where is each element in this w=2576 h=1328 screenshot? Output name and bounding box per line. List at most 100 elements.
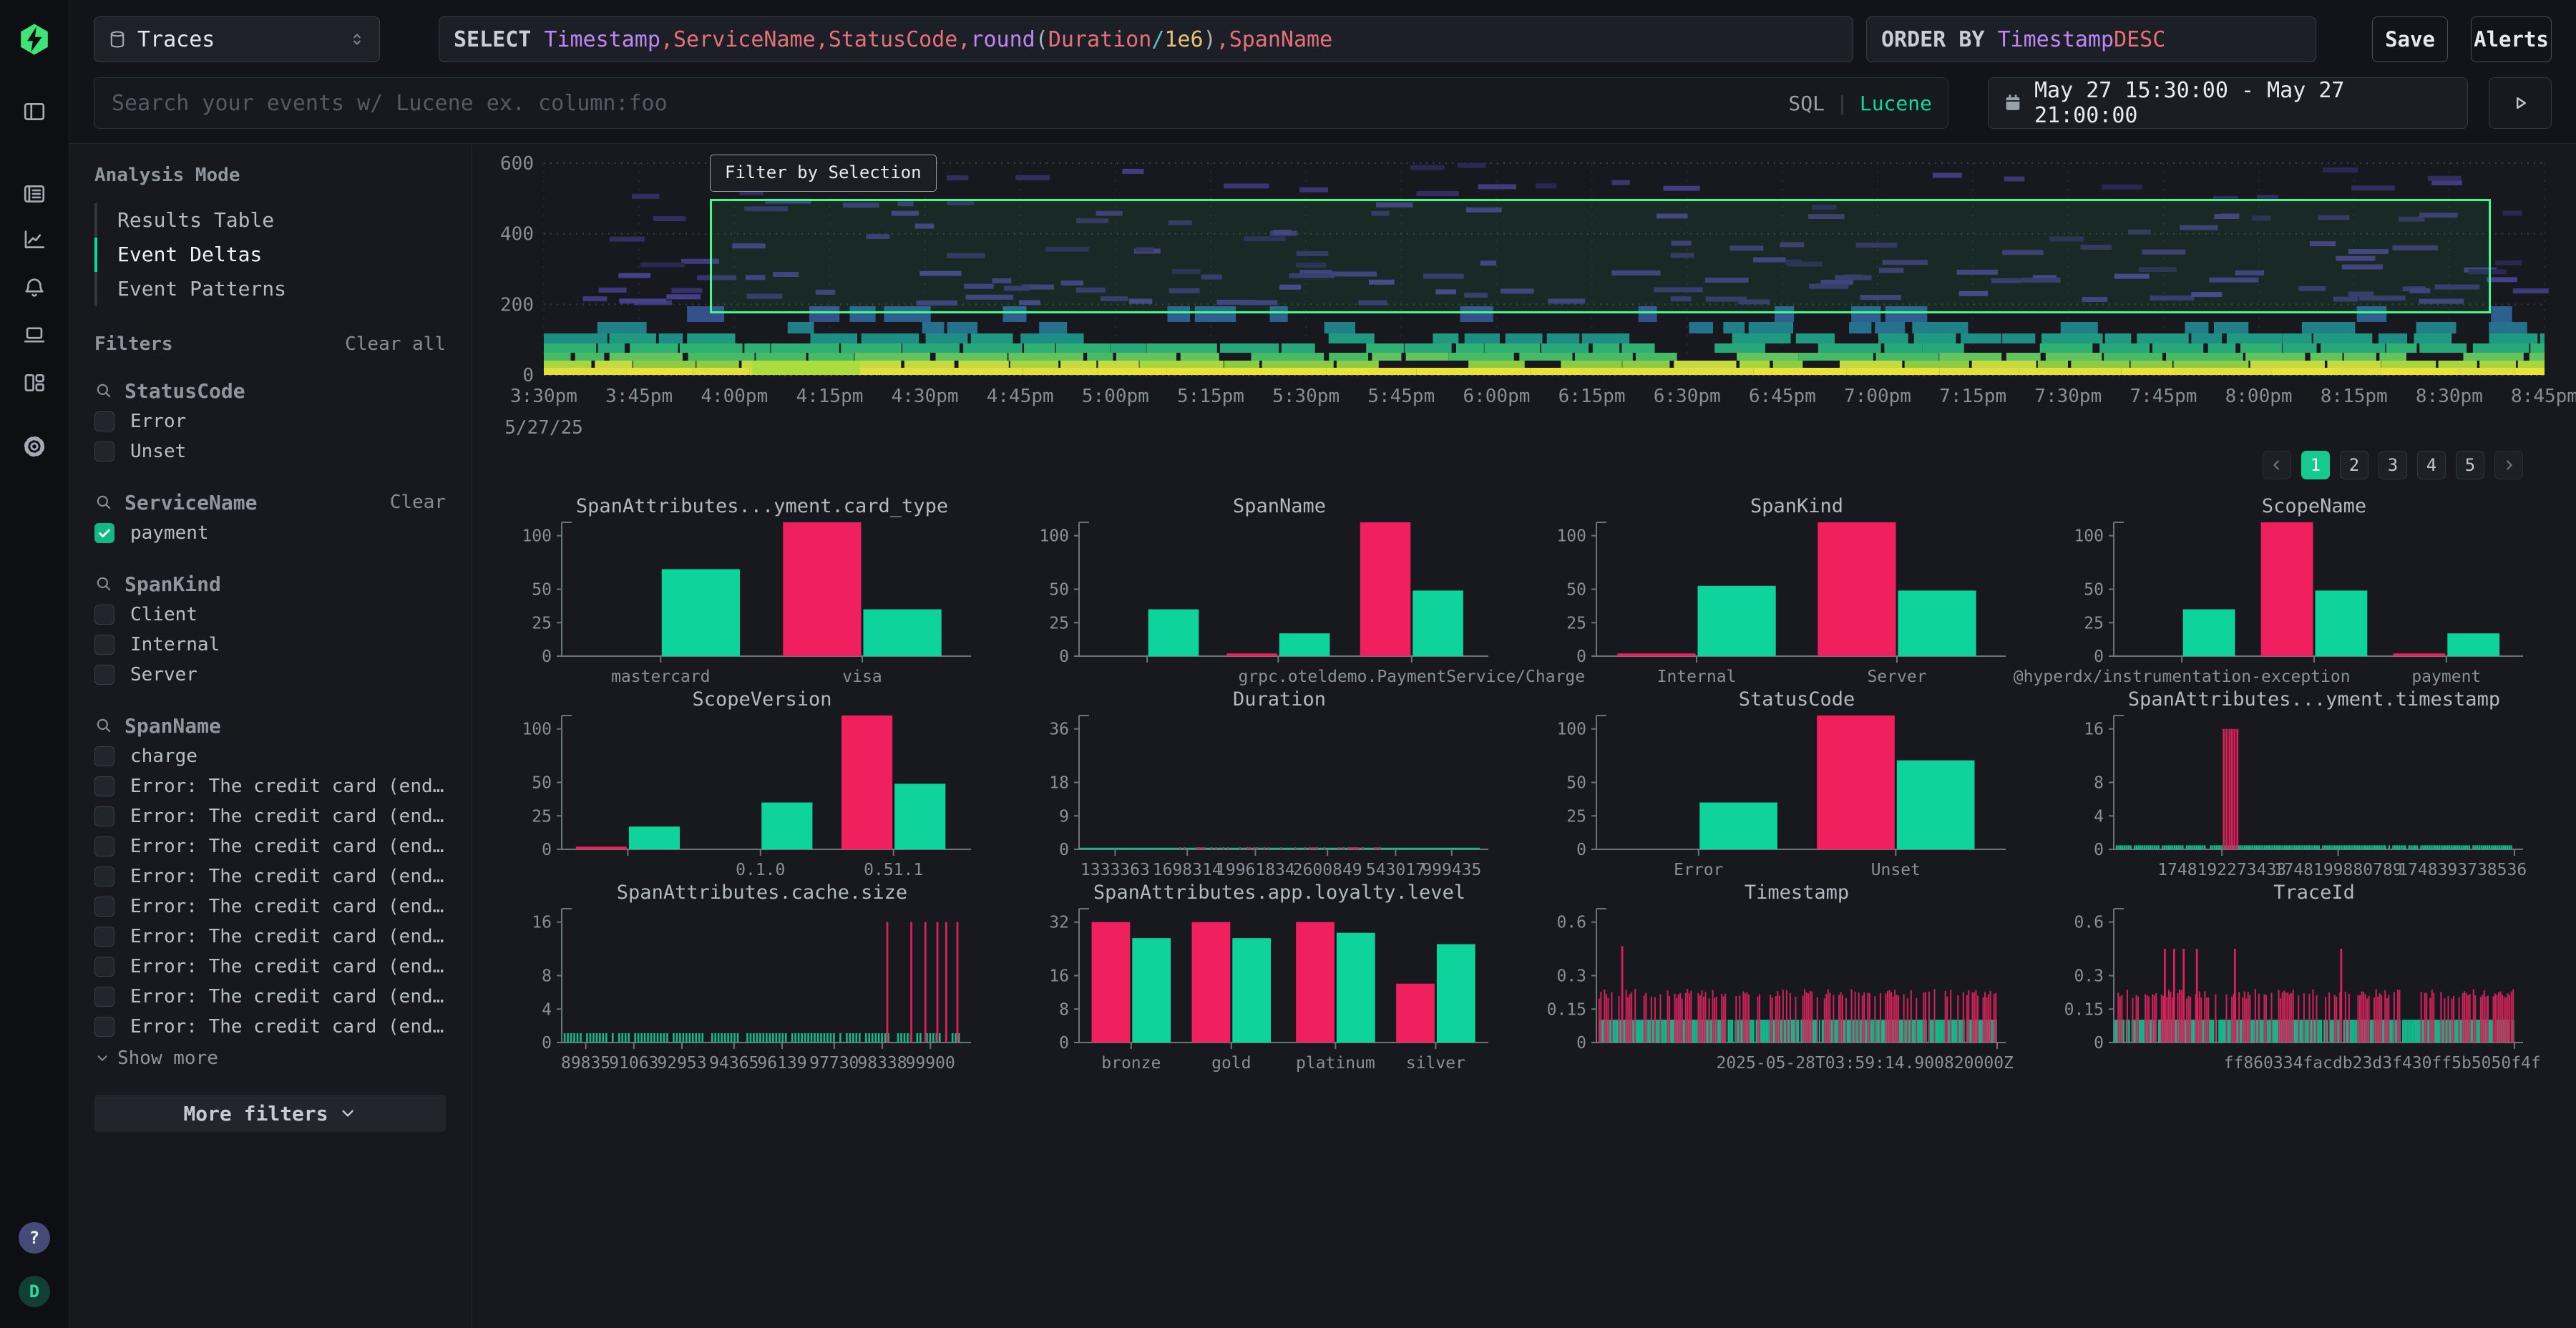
chart-explorer-icon[interactable] xyxy=(17,223,52,257)
event-log-icon[interactable] xyxy=(17,177,52,211)
pagination-page-5[interactable]: 5 xyxy=(2456,451,2484,479)
collapse-panel-icon[interactable] xyxy=(17,94,52,129)
svg-text:0: 0 xyxy=(1059,648,1069,666)
filter-option-label: Error: The credit card (end… xyxy=(130,1016,444,1038)
checkbox[interactable] xyxy=(94,605,114,625)
svg-text:SpanName: SpanName xyxy=(1233,495,1326,517)
checkbox[interactable] xyxy=(94,927,114,947)
svg-text:50: 50 xyxy=(1566,774,1586,793)
svg-text:silver: silver xyxy=(1406,1054,1465,1073)
mini-chart-status_code: StatusCode10050250ErrorUnset xyxy=(1521,688,2015,882)
filter-option[interactable]: Error: The credit card (end… xyxy=(94,982,446,1012)
filter-option[interactable]: Unset xyxy=(94,436,446,467)
checkbox[interactable] xyxy=(94,836,114,856)
svg-text:0: 0 xyxy=(2094,841,2104,859)
filter-option-label: Error: The credit card (end… xyxy=(130,926,444,947)
checkbox[interactable] xyxy=(94,523,114,543)
svg-text:36: 36 xyxy=(1049,721,1069,739)
sessions-laptop-icon[interactable] xyxy=(17,318,52,352)
svg-text:94365: 94365 xyxy=(709,1054,758,1073)
sql-select-input[interactable]: SELECTTimestamp,ServiceName,StatusCode,r… xyxy=(439,16,1853,62)
checkbox[interactable] xyxy=(94,897,114,917)
checkbox[interactable] xyxy=(94,441,114,462)
filter-option-label: Error: The credit card (end… xyxy=(130,986,444,1007)
checkbox[interactable] xyxy=(94,806,114,826)
left-nav-rail: ? D xyxy=(0,0,69,1328)
clear-all-filters-link[interactable]: Clear all xyxy=(345,333,446,355)
app-logo[interactable] xyxy=(17,22,52,57)
svg-text:18: 18 xyxy=(1049,774,1069,793)
checkbox[interactable] xyxy=(94,957,114,977)
filter-option[interactable]: Error: The credit card (end… xyxy=(94,861,446,892)
filter-option[interactable]: Internal xyxy=(94,630,446,660)
pagination-prev[interactable] xyxy=(2263,451,2291,479)
svg-text:16: 16 xyxy=(2084,721,2104,739)
sql-toggle[interactable]: SQL xyxy=(1788,92,1825,115)
filter-option-label: Client xyxy=(130,604,197,625)
svg-text:0: 0 xyxy=(1059,841,1069,859)
alerts-button[interactable]: Alerts xyxy=(2471,16,2552,62)
filter-option-label: Error: The credit card (end… xyxy=(130,866,444,887)
date-range-value: May 27 15:30:00 - May 27 21:00:00 xyxy=(2034,78,2453,128)
checkbox[interactable] xyxy=(94,866,114,887)
filter-option[interactable]: Error: The credit card (end… xyxy=(94,1012,446,1042)
order-by-input[interactable]: ORDER BYTimestamp DESC xyxy=(1866,16,2316,62)
analysis-mode-event-patterns[interactable]: Event Patterns xyxy=(94,272,446,306)
clear-filter-link[interactable]: Clear xyxy=(390,492,446,513)
svg-text:6:30pm: 6:30pm xyxy=(1654,386,1721,407)
filter-option[interactable]: Error: The credit card (end… xyxy=(94,801,446,831)
pagination: 12345 xyxy=(2263,451,2523,479)
search-input[interactable]: Search your events w/ Lucene ex. column:… xyxy=(94,77,1948,129)
filter-option[interactable]: Error: The credit card (end… xyxy=(94,922,446,952)
pagination-next[interactable] xyxy=(2494,451,2523,479)
analysis-mode-results-table[interactable]: Results Table xyxy=(94,203,446,238)
heatmap-selection-region[interactable] xyxy=(710,199,2491,313)
pagination-page-1[interactable]: 1 xyxy=(2301,451,2330,479)
filter-option[interactable]: Error: The credit card (end… xyxy=(94,771,446,801)
more-filters-button[interactable]: More filters xyxy=(94,1095,446,1132)
settings-gear-icon[interactable] xyxy=(17,429,52,464)
lucene-toggle[interactable]: Lucene xyxy=(1860,92,1932,115)
svg-text:payment: payment xyxy=(2411,668,2481,686)
filter-option[interactable]: Error: The credit card (end… xyxy=(94,892,446,922)
pagination-page-3[interactable]: 3 xyxy=(2379,451,2407,479)
filter-by-selection-tooltip[interactable]: Filter by Selection xyxy=(710,155,937,192)
filter-option[interactable]: payment xyxy=(94,518,446,548)
svg-text:0: 0 xyxy=(542,841,552,859)
user-avatar[interactable]: D xyxy=(19,1276,50,1307)
filters-sidebar: Analysis Mode Results TableEvent DeltasE… xyxy=(69,143,472,1328)
analysis-mode-event-deltas[interactable]: Event Deltas xyxy=(94,238,446,272)
checkbox[interactable] xyxy=(94,1017,114,1037)
date-range-picker[interactable]: May 27 15:30:00 - May 27 21:00:00 xyxy=(1988,77,2468,129)
filter-option[interactable]: Error xyxy=(94,406,446,436)
filter-option[interactable]: Error: The credit card (end… xyxy=(94,952,446,982)
checkbox[interactable] xyxy=(94,635,114,655)
filter-option[interactable]: charge xyxy=(94,741,446,771)
filter-option[interactable]: Server xyxy=(94,660,446,690)
save-button[interactable]: Save xyxy=(2372,16,2448,62)
svg-text:platinum: platinum xyxy=(1296,1054,1375,1073)
checkbox[interactable] xyxy=(94,776,114,796)
filter-option[interactable]: Error: The credit card (end… xyxy=(94,831,446,861)
query-token: , xyxy=(957,27,970,52)
checkbox[interactable] xyxy=(94,746,114,766)
checkbox[interactable] xyxy=(94,411,114,431)
dashboards-icon[interactable] xyxy=(17,366,52,400)
checkbox[interactable] xyxy=(94,665,114,685)
pagination-page-4[interactable]: 4 xyxy=(2417,451,2446,479)
show-more-toggle[interactable]: Show more xyxy=(94,1048,446,1069)
svg-text:100: 100 xyxy=(1556,721,1586,739)
language-toggle: SQL | Lucene xyxy=(1788,78,1932,128)
filter-group-spanname: SpanNamechargeError: The credit card (en… xyxy=(94,710,446,1042)
svg-text:5:45pm: 5:45pm xyxy=(1367,386,1435,407)
svg-text:2025-05-28T03:59:14.900820000Z: 2025-05-28T03:59:14.900820000Z xyxy=(1716,1054,2014,1073)
help-button[interactable]: ? xyxy=(19,1222,50,1254)
run-query-button[interactable] xyxy=(2489,77,2552,129)
svg-text:0.3: 0.3 xyxy=(2074,967,2104,986)
checkbox[interactable] xyxy=(94,987,114,1007)
source-selector[interactable]: Traces xyxy=(94,16,380,62)
mini-chart-card_type: SpanAttributes...yment.card_type10050250… xyxy=(487,495,980,688)
pagination-page-2[interactable]: 2 xyxy=(2340,451,2368,479)
filter-option[interactable]: Client xyxy=(94,600,446,630)
alerts-bell-icon[interactable] xyxy=(17,270,52,305)
